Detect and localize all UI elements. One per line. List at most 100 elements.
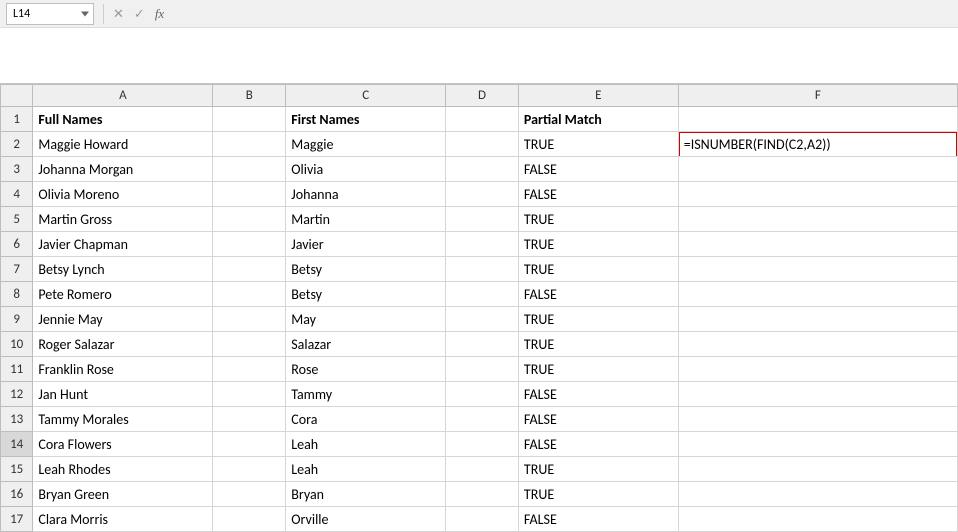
col-header-B[interactable]: B xyxy=(213,85,286,107)
cell[interactable] xyxy=(213,332,286,357)
row-header[interactable]: 14 xyxy=(1,432,33,457)
cell[interactable]: Orville xyxy=(286,507,446,532)
cell[interactable] xyxy=(213,357,286,382)
cell[interactable] xyxy=(446,157,519,182)
cell[interactable] xyxy=(678,107,957,132)
row-header[interactable]: 6 xyxy=(1,232,33,257)
row-header[interactable]: 7 xyxy=(1,257,33,282)
cell[interactable] xyxy=(446,257,519,282)
cell[interactable]: Partial Match xyxy=(518,107,678,132)
cell[interactable]: Olivia Moreno xyxy=(33,182,213,207)
cell[interactable]: FALSE xyxy=(518,382,678,407)
cell[interactable] xyxy=(446,482,519,507)
cell[interactable] xyxy=(678,382,957,407)
cell[interactable]: Martin Gross xyxy=(33,207,213,232)
cell[interactable]: Salazar xyxy=(286,332,446,357)
cell[interactable] xyxy=(678,232,957,257)
col-header-D[interactable]: D xyxy=(446,85,519,107)
cell[interactable] xyxy=(678,182,957,207)
cell[interactable]: TRUE xyxy=(518,457,678,482)
cell[interactable]: Tammy xyxy=(286,382,446,407)
col-header-E[interactable]: E xyxy=(518,85,678,107)
cell[interactable]: First Names xyxy=(286,107,446,132)
row-header[interactable]: 11 xyxy=(1,357,33,382)
row-header[interactable]: 8 xyxy=(1,282,33,307)
cell[interactable]: TRUE xyxy=(518,332,678,357)
cell[interactable] xyxy=(213,307,286,332)
cell[interactable] xyxy=(213,182,286,207)
cell[interactable]: Javier xyxy=(286,232,446,257)
cell[interactable]: Maggie xyxy=(286,132,446,157)
cell[interactable]: FALSE xyxy=(518,507,678,532)
row-header[interactable]: 1 xyxy=(1,107,33,132)
cell[interactable] xyxy=(213,407,286,432)
fx-icon[interactable]: fx xyxy=(155,6,164,22)
cell[interactable]: Johanna Morgan xyxy=(33,157,213,182)
cell[interactable]: =ISNUMBER(FIND(C2,A2)) xyxy=(678,132,957,157)
row-header[interactable]: 17 xyxy=(1,507,33,532)
cell[interactable] xyxy=(678,357,957,382)
cell[interactable]: Leah Rhodes xyxy=(33,457,213,482)
cell[interactable] xyxy=(678,457,957,482)
cell[interactable] xyxy=(446,107,519,132)
cell[interactable] xyxy=(213,157,286,182)
cell[interactable] xyxy=(446,507,519,532)
cell[interactable] xyxy=(213,507,286,532)
cell[interactable] xyxy=(446,357,519,382)
cell[interactable] xyxy=(446,407,519,432)
cell[interactable]: May xyxy=(286,307,446,332)
cell[interactable]: Jan Hunt xyxy=(33,382,213,407)
cell[interactable] xyxy=(213,107,286,132)
cell[interactable]: Franklin Rose xyxy=(33,357,213,382)
cell[interactable]: TRUE xyxy=(518,357,678,382)
cell[interactable]: Bryan Green xyxy=(33,482,213,507)
cell[interactable] xyxy=(678,482,957,507)
cell[interactable]: FALSE xyxy=(518,407,678,432)
cell[interactable] xyxy=(446,432,519,457)
row-header[interactable]: 13 xyxy=(1,407,33,432)
cell[interactable]: Johanna xyxy=(286,182,446,207)
confirm-icon[interactable]: ✓ xyxy=(134,6,145,22)
cell[interactable] xyxy=(446,457,519,482)
cell[interactable]: TRUE xyxy=(518,482,678,507)
cancel-icon[interactable]: ✕ xyxy=(113,6,124,22)
cell[interactable] xyxy=(446,307,519,332)
cell[interactable] xyxy=(446,132,519,157)
cell[interactable] xyxy=(213,432,286,457)
cell[interactable]: Cora Flowers xyxy=(33,432,213,457)
formula-bar-input[interactable] xyxy=(0,28,958,83)
cell[interactable]: TRUE xyxy=(518,232,678,257)
chevron-down-icon[interactable] xyxy=(81,11,89,16)
cell[interactable]: FALSE xyxy=(518,282,678,307)
cell[interactable] xyxy=(213,482,286,507)
cell[interactable] xyxy=(213,457,286,482)
cell[interactable]: Betsy xyxy=(286,282,446,307)
cell[interactable] xyxy=(678,257,957,282)
cell[interactable] xyxy=(213,382,286,407)
cell[interactable]: Leah xyxy=(286,457,446,482)
cell[interactable] xyxy=(678,207,957,232)
select-all-corner[interactable] xyxy=(1,85,33,107)
cell[interactable]: Roger Salazar xyxy=(33,332,213,357)
row-header[interactable]: 10 xyxy=(1,332,33,357)
cell[interactable]: FALSE xyxy=(518,182,678,207)
cell[interactable] xyxy=(678,507,957,532)
cell[interactable] xyxy=(678,307,957,332)
row-header[interactable]: 15 xyxy=(1,457,33,482)
cell[interactable]: Betsy xyxy=(286,257,446,282)
cell[interactable] xyxy=(213,232,286,257)
row-header[interactable]: 4 xyxy=(1,182,33,207)
cell[interactable] xyxy=(213,132,286,157)
row-header[interactable]: 5 xyxy=(1,207,33,232)
cell[interactable]: TRUE xyxy=(518,207,678,232)
cell[interactable]: Full Names xyxy=(33,107,213,132)
cell[interactable] xyxy=(678,332,957,357)
col-header-C[interactable]: C xyxy=(286,85,446,107)
row-header[interactable]: 16 xyxy=(1,482,33,507)
cell[interactable]: Javier Chapman xyxy=(33,232,213,257)
row-header[interactable]: 2 xyxy=(1,132,33,157)
cell[interactable]: Bryan xyxy=(286,482,446,507)
cell[interactable]: Tammy Morales xyxy=(33,407,213,432)
cell[interactable]: Rose xyxy=(286,357,446,382)
cell[interactable] xyxy=(446,282,519,307)
